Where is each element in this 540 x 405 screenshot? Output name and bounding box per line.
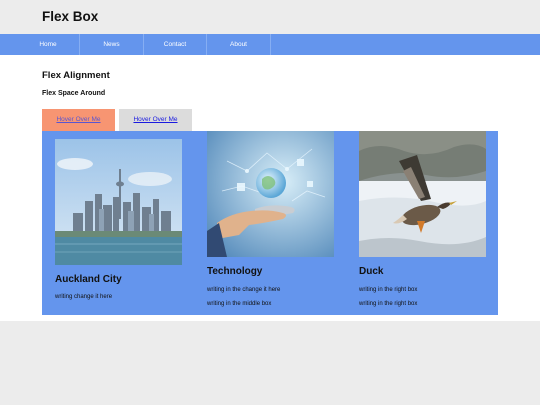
hover-button-1[interactable]: Hover Over Me xyxy=(42,109,115,131)
site-header: Flex Box xyxy=(0,0,540,34)
hover-button-2[interactable]: Hover Over Me xyxy=(119,109,192,131)
flying-duck-image xyxy=(359,131,486,257)
top-nav: Home News Contact About xyxy=(0,34,540,55)
card-title: Duck xyxy=(359,266,384,277)
site-title: Flex Box xyxy=(42,9,99,24)
card-text: writing change it here xyxy=(55,294,113,300)
card-text: writing in the right box xyxy=(359,301,418,307)
nav-item-contact[interactable]: Contact xyxy=(144,34,207,55)
card-text: writing in the change it here xyxy=(207,287,281,293)
auckland-skyline-image xyxy=(55,139,182,265)
card-title: Technology xyxy=(207,266,263,277)
card-text: writing in the right box xyxy=(359,287,418,293)
card-text: writing in the middle box xyxy=(207,301,272,307)
nav-item-home[interactable]: Home xyxy=(17,34,80,55)
section-title: Flex Alignment xyxy=(42,70,110,81)
section-subtitle: Flex Space Around xyxy=(42,90,106,97)
flex-container: Auckland City writing change it here Tec… xyxy=(42,131,498,315)
nav-item-about[interactable]: About xyxy=(207,34,271,55)
nav-item-news[interactable]: News xyxy=(80,34,144,55)
tech-globe-image xyxy=(207,131,334,257)
card-title: Auckland City xyxy=(55,274,122,285)
main-content: Flex Alignment Flex Space Around Hover O… xyxy=(0,55,540,321)
